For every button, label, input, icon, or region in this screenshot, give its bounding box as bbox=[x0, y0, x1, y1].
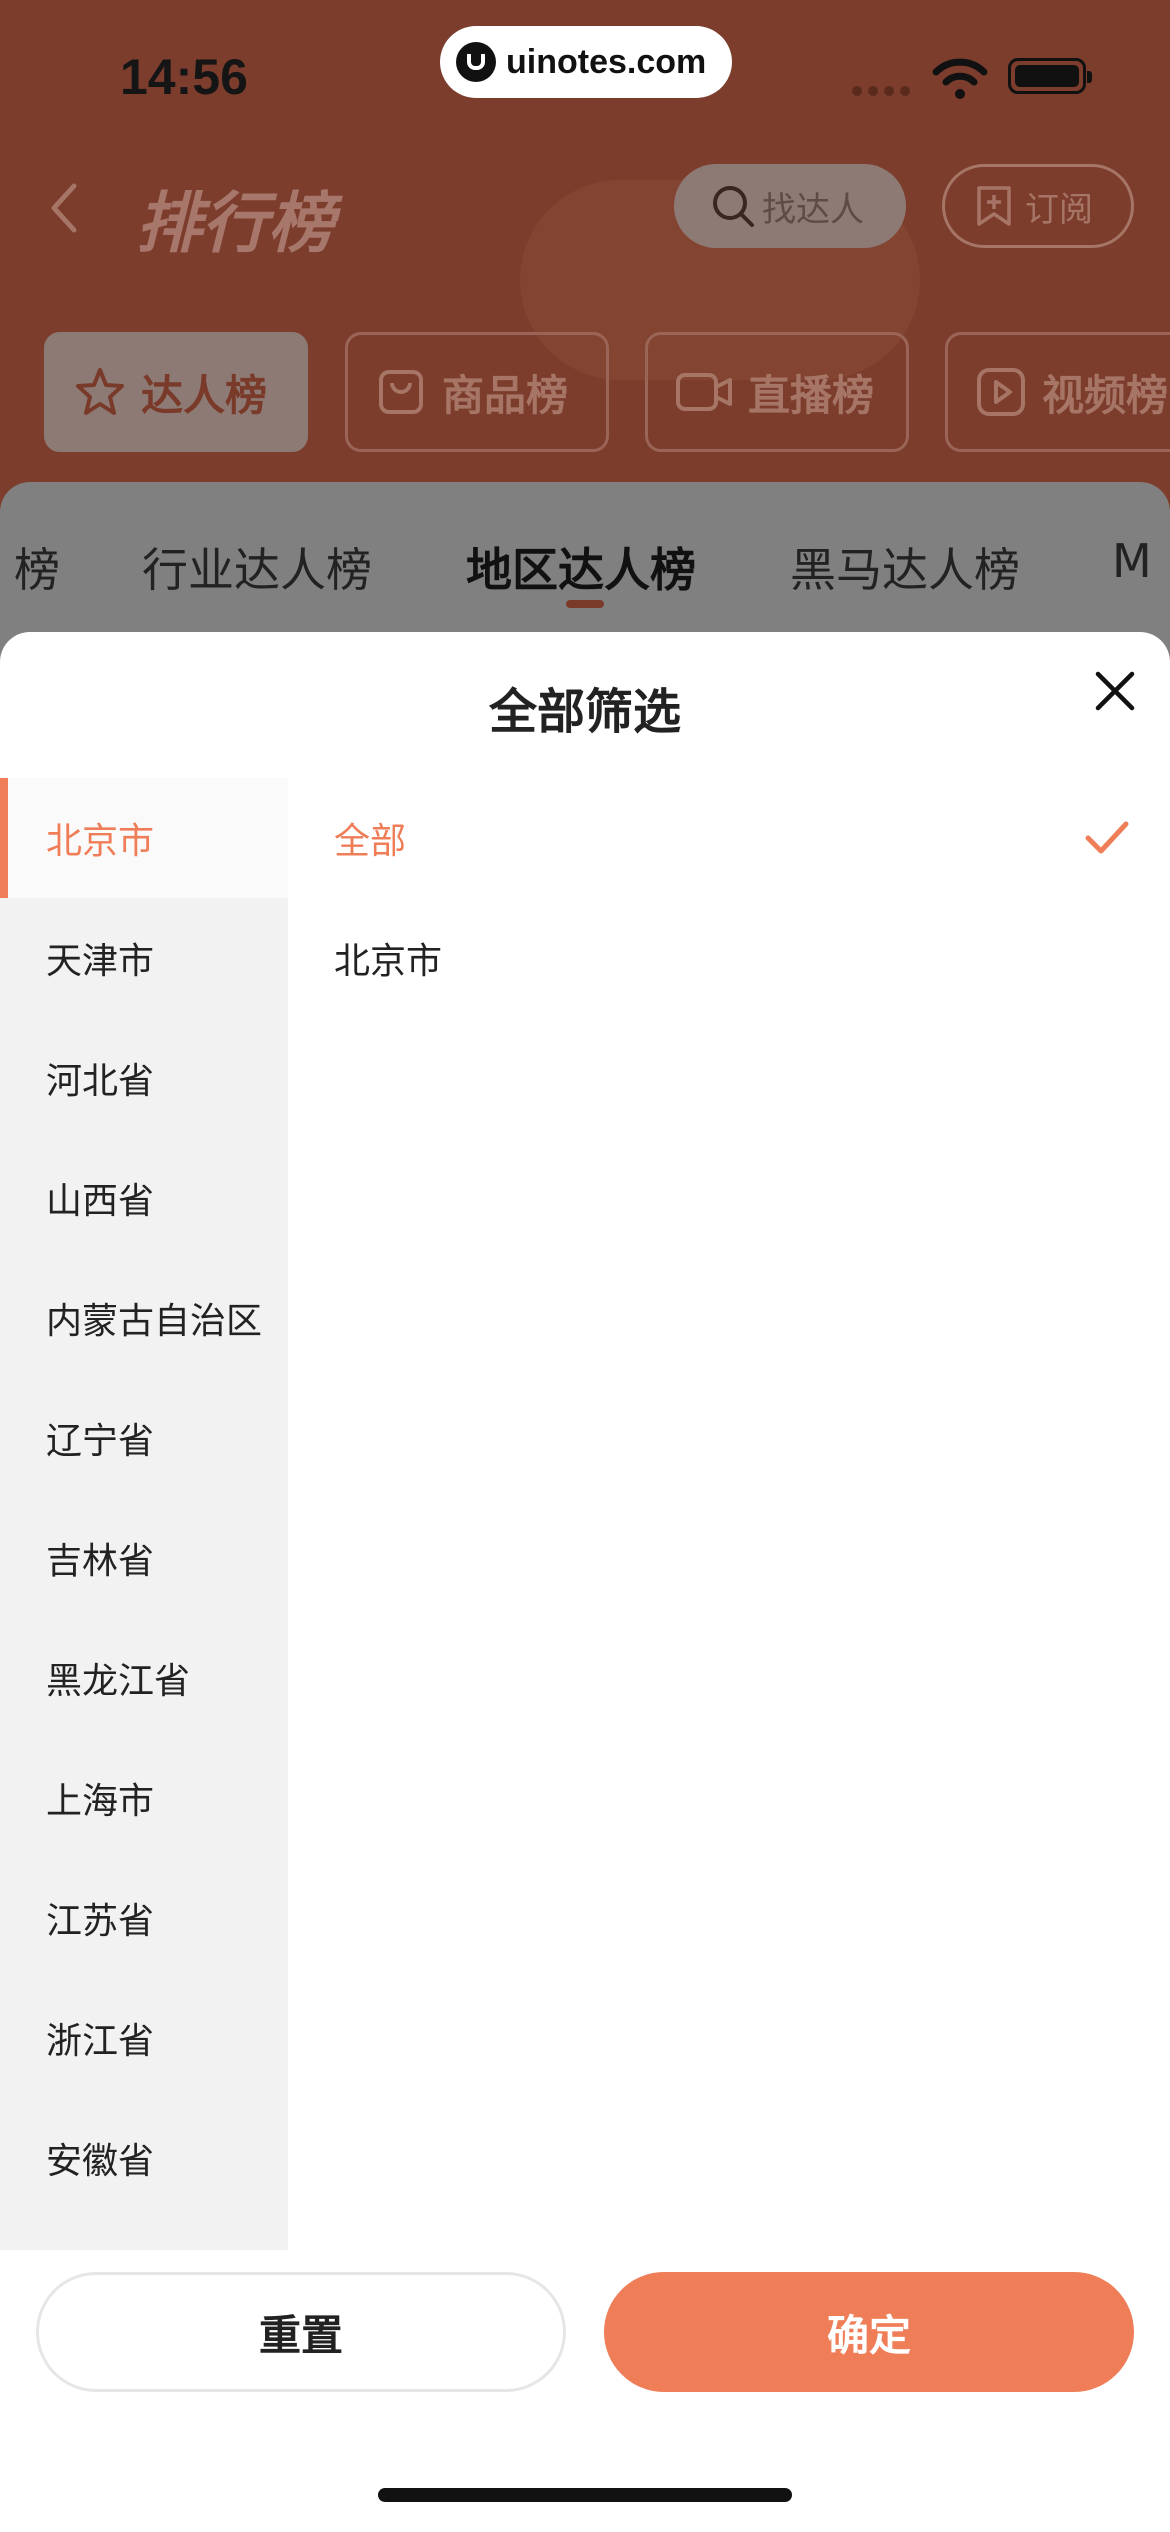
confirm-button[interactable]: 确定 bbox=[604, 2272, 1134, 2392]
province-list: 北京市 天津市 河北省 山西省 内蒙古自治区 辽宁省 吉林省 黑龙江省 上海市 … bbox=[0, 778, 288, 2250]
subscribe-label: 订阅 bbox=[1025, 189, 1093, 230]
city-label: 北京市 bbox=[334, 941, 443, 982]
sub-tab-more[interactable]: M bbox=[1112, 534, 1152, 588]
tab-label: 达人榜 bbox=[141, 370, 268, 420]
nav-bar: 排行榜 找达人 订阅 bbox=[0, 150, 1170, 380]
search-placeholder: 找达人 bbox=[762, 189, 864, 230]
tab-label: 商品榜 bbox=[442, 370, 569, 420]
province-item-jilin[interactable]: 吉林省 bbox=[0, 1498, 288, 1618]
watermark-logo-icon bbox=[456, 42, 496, 82]
star-icon bbox=[76, 368, 124, 415]
sub-tab-darkhorse[interactable]: 黑马达人榜 bbox=[790, 534, 1020, 600]
province-item-shanxi[interactable]: 山西省 bbox=[0, 1138, 288, 1258]
tab-label: 直播榜 bbox=[748, 370, 875, 420]
search-button[interactable]: 找达人 bbox=[674, 164, 906, 248]
tab-video-rank[interactable]: 视频榜 bbox=[945, 332, 1170, 452]
bookmark-add-icon bbox=[977, 186, 1011, 226]
province-item-jiangsu[interactable]: 江苏省 bbox=[0, 1858, 288, 1978]
back-icon[interactable] bbox=[44, 178, 84, 238]
sub-tab-partial[interactable]: 榜 bbox=[14, 534, 60, 600]
sub-tab-industry[interactable]: 行业达人榜 bbox=[142, 534, 372, 600]
status-bar: 14:56 uinotes.com bbox=[0, 0, 1170, 150]
signal-icon bbox=[852, 86, 910, 96]
province-item-beijing[interactable]: 北京市 bbox=[0, 778, 288, 898]
city-list: 全部 北京市 bbox=[288, 778, 1170, 1018]
subscribe-button[interactable]: 订阅 bbox=[942, 164, 1134, 248]
tab-live-rank[interactable]: 直播榜 bbox=[645, 332, 909, 452]
page-title: 排行榜 bbox=[136, 186, 334, 260]
city-label: 全部 bbox=[334, 821, 407, 862]
bag-icon bbox=[379, 370, 423, 414]
province-item-inner-mongolia[interactable]: 内蒙古自治区 bbox=[0, 1258, 288, 1378]
watermark-badge: uinotes.com bbox=[440, 26, 732, 98]
filter-sheet: 全部筛选 北京市 天津市 河北省 山西省 内蒙古自治区 辽宁省 吉林省 黑龙江省… bbox=[0, 632, 1170, 2532]
category-tabs: 达人榜 商品榜 直播榜 视频榜 bbox=[0, 332, 1170, 452]
province-item-tianjin[interactable]: 天津市 bbox=[0, 898, 288, 1018]
sheet-title: 全部筛选 bbox=[488, 684, 681, 740]
tab-influencer-rank[interactable]: 达人榜 bbox=[44, 332, 308, 452]
battery-icon bbox=[1008, 58, 1092, 94]
home-indicator bbox=[378, 2488, 792, 2502]
sheet-footer: 重置 确定 bbox=[0, 2250, 1170, 2450]
province-item-hebei[interactable]: 河北省 bbox=[0, 1018, 288, 1138]
tab-label: 视频榜 bbox=[1042, 370, 1169, 420]
city-item-beijing[interactable]: 北京市 bbox=[288, 898, 1170, 1018]
tab-product-rank[interactable]: 商品榜 bbox=[345, 332, 609, 452]
check-icon bbox=[1085, 821, 1129, 854]
reset-button[interactable]: 重置 bbox=[36, 2272, 566, 2392]
play-icon bbox=[977, 368, 1025, 416]
province-item-anhui[interactable]: 安徽省 bbox=[0, 2098, 288, 2218]
background-page: 14:56 uinotes.com 排行榜 找达人 订阅 达人榜 商品榜 直播榜… bbox=[0, 0, 1170, 682]
close-icon[interactable] bbox=[1092, 668, 1138, 714]
city-item-all[interactable]: 全部 bbox=[288, 778, 1170, 898]
province-item-liaoning[interactable]: 辽宁省 bbox=[0, 1378, 288, 1498]
watermark-text: uinotes.com bbox=[506, 42, 707, 81]
wifi-icon bbox=[932, 58, 988, 99]
province-item-shanghai[interactable]: 上海市 bbox=[0, 1738, 288, 1858]
sub-tab-region[interactable]: 地区达人榜 bbox=[466, 534, 696, 600]
province-item-zhejiang[interactable]: 浙江省 bbox=[0, 1978, 288, 2098]
camera-icon bbox=[676, 373, 732, 411]
sub-tab-indicator bbox=[566, 600, 604, 608]
status-time: 14:56 bbox=[120, 49, 248, 105]
search-icon bbox=[713, 186, 754, 227]
province-item-heilongjiang[interactable]: 黑龙江省 bbox=[0, 1618, 288, 1738]
